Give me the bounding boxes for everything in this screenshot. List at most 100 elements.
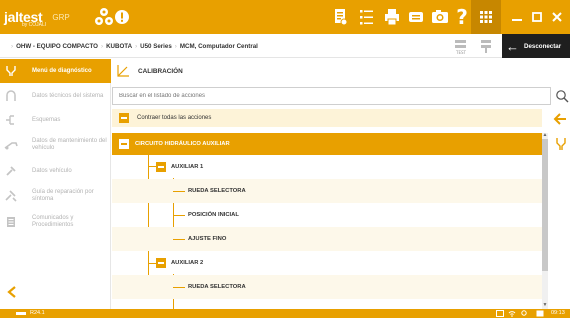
collapse-icon xyxy=(156,258,166,268)
version-label: R24.1 xyxy=(30,310,45,316)
sidebar-item-maintenance[interactable]: Datos de mantenimiento del vehículo xyxy=(0,133,111,157)
camera-icon[interactable] xyxy=(428,4,452,30)
breadcrumb-item-brand[interactable]: KUBOTA xyxy=(106,43,132,50)
breadcrumb-item-category[interactable]: OHW - EQUIPO COMPACTO xyxy=(16,43,98,50)
document-icon[interactable] xyxy=(328,4,352,30)
calibration-icon xyxy=(116,64,134,78)
tree-node-label: POSICIÓN INICIAL xyxy=(188,212,239,218)
breadcrumb-item-model[interactable]: U50 Series xyxy=(140,43,172,50)
sidebar-item-repair-guide[interactable]: Guía de reparación por síntoma xyxy=(0,184,111,208)
tree-connector xyxy=(173,287,185,288)
search-icon[interactable] xyxy=(555,89,569,103)
chat-icon[interactable] xyxy=(404,4,428,30)
tree-connector xyxy=(173,191,185,192)
breadcrumb-item-system[interactable]: MCM, Computador Central xyxy=(180,43,258,50)
action-tree: CIRCUITO HIDRÁULICO AUXILIAR AUXILIAR 1 … xyxy=(112,133,542,309)
tree-node-hydraulic-circuit[interactable]: CIRCUITO HIDRÁULICO AUXILIAR xyxy=(112,133,542,155)
breadcrumb-bar: › OHW - EQUIPO COMPACTO › KUBOTA › U50 S… xyxy=(0,34,570,58)
sidebar-item-schematics[interactable]: Esquemas xyxy=(0,109,111,131)
apps-grid-button[interactable] xyxy=(471,0,501,34)
maximize-button[interactable] xyxy=(526,0,548,34)
battery-icon xyxy=(496,310,504,317)
arrow-left-icon[interactable] xyxy=(552,111,568,127)
tree-connector xyxy=(148,263,156,264)
printer-icon[interactable] xyxy=(380,4,404,30)
page-title: CALIBRACIÓN xyxy=(138,67,183,75)
alert-icon[interactable] xyxy=(113,4,131,30)
disconnect-label: Desconectar xyxy=(524,42,562,50)
status-bar: R24.1 09:13 xyxy=(0,309,570,318)
scroll-down-icon[interactable]: ▼ xyxy=(541,302,549,308)
breadcrumb-separator: › xyxy=(101,42,104,50)
list-icon[interactable] xyxy=(354,4,378,30)
schematics-icon xyxy=(0,114,22,126)
sidebar-item-label: Comunicados y Procedimientos xyxy=(32,215,74,228)
repair-guide-icon xyxy=(0,190,22,202)
sidebar-item-label: Esquemas xyxy=(32,116,61,123)
sidebar-item-technical-data[interactable]: Datos técnicos del sistema xyxy=(0,85,111,107)
sidebar-item-label: Datos vehículo xyxy=(32,167,72,174)
product-name: GRP xyxy=(52,12,70,22)
vehicle-data-icon xyxy=(0,165,22,177)
tree-node-label: RUEDA SELECTORA xyxy=(188,188,246,194)
sidebar-item-bulletins[interactable]: Comunicados y Procedimientos xyxy=(0,210,111,234)
sidebar: Menú de diagnóstico Datos técnicos del s… xyxy=(0,59,111,309)
tree-node-label: AUXILIAR 1 xyxy=(171,164,204,170)
collapse-all-label: Contraer todas las acciones xyxy=(137,115,212,121)
collapse-icon xyxy=(119,139,129,149)
sidebar-item-label: Datos de mantenimiento del vehículo xyxy=(32,138,107,151)
bulletins-icon xyxy=(0,216,22,228)
minimize-icon xyxy=(512,19,522,21)
maximize-icon xyxy=(532,12,542,22)
collapse-icon xyxy=(156,162,166,172)
sidebar-item-diagnostic-menu[interactable]: Menú de diagnóstico xyxy=(0,59,111,83)
tree-leaf-selector-wheel[interactable]: RUEDA SELECTORA xyxy=(112,275,542,299)
breadcrumb: › OHW - EQUIPO COMPACTO › KUBOTA › U50 S… xyxy=(8,34,258,58)
connection-icon xyxy=(16,312,26,315)
search-input[interactable] xyxy=(112,87,551,105)
sidebar-item-label: Datos técnicos del sistema xyxy=(32,92,104,99)
search-bar xyxy=(112,87,570,105)
svg-text:TEST: TEST xyxy=(455,50,467,55)
sidebar-item-label: Guía de reparación por síntoma xyxy=(32,189,94,202)
minimize-button[interactable] xyxy=(506,0,528,34)
collapse-icon xyxy=(119,113,129,123)
connector-icon[interactable] xyxy=(478,37,494,55)
wifi-icon xyxy=(508,311,516,317)
svg-text:?: ? xyxy=(456,5,468,29)
tree-connector xyxy=(173,239,185,240)
collapse-all-row[interactable]: Contraer todas las acciones xyxy=(112,109,542,127)
calendar-icon xyxy=(536,310,544,317)
breadcrumb-separator: › xyxy=(174,42,177,50)
search-icon xyxy=(521,310,527,316)
brand-subtitle: by COJALI xyxy=(22,22,47,28)
section-header: CALIBRACIÓN xyxy=(112,59,570,83)
arrow-left-icon: ← xyxy=(506,38,519,54)
scrollbar-thumb[interactable] xyxy=(542,139,548,271)
tree-node-label: AJUSTE FINO xyxy=(188,236,227,242)
main-panel: CALIBRACIÓN Contraer todas las acciones xyxy=(112,59,570,309)
app-window: jaltest by COJALI GRP ? › OHW - EQUIPO C… xyxy=(0,0,570,318)
test-icon[interactable]: TEST xyxy=(452,37,470,55)
chevron-left-icon[interactable] xyxy=(6,285,18,299)
diagnostic-tool-icon[interactable] xyxy=(554,137,568,151)
tree-node-auxiliary-2[interactable]: AUXILIAR 2 xyxy=(112,251,542,275)
maintenance-icon xyxy=(0,140,22,150)
tree-node-label: AUXILIAR 2 xyxy=(171,260,204,266)
close-icon xyxy=(552,12,562,22)
breadcrumb-separator: › xyxy=(11,42,14,50)
tree-leaf-fine-adjust[interactable]: AJUSTE FINO xyxy=(112,227,542,251)
scroll-up-icon[interactable]: ▲ xyxy=(541,132,549,138)
tree-leaf-selector-wheel[interactable]: RUEDA SELECTORA xyxy=(112,179,542,203)
tree-leaf-initial-position[interactable]: POSICIÓN INICIAL xyxy=(112,203,542,227)
grp-logo-icon xyxy=(95,8,113,25)
apps-grid-icon xyxy=(480,11,492,23)
sidebar-item-vehicle-data[interactable]: Datos vehículo xyxy=(0,160,111,182)
jaltest-logo: jaltest by COJALI GRP xyxy=(4,7,70,28)
breadcrumb-separator: › xyxy=(135,42,138,50)
top-bar: jaltest by COJALI GRP ? xyxy=(0,0,570,34)
sidebar-item-label: Menú de diagnóstico xyxy=(32,67,92,74)
disconnect-button[interactable]: ← Desconectar xyxy=(502,34,570,58)
tree-node-auxiliary-1[interactable]: AUXILIAR 1 xyxy=(112,155,542,179)
close-button[interactable] xyxy=(546,0,568,34)
